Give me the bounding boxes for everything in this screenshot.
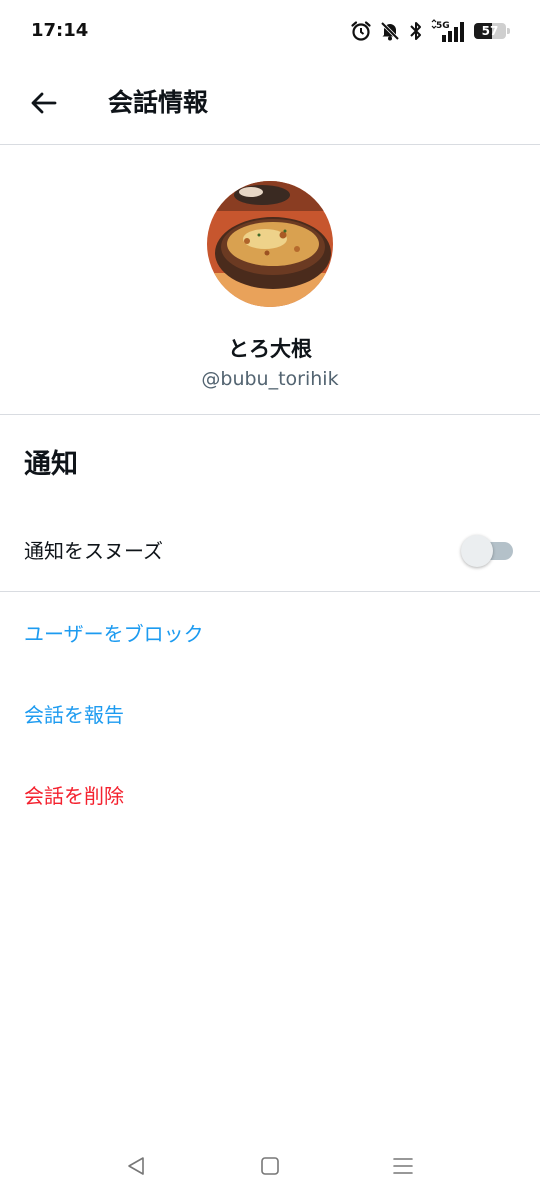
profile-divider — [0, 414, 540, 415]
app-header: 会話情報 — [0, 62, 540, 144]
profile-handle: @bubu_torihik — [201, 368, 339, 390]
delete-conversation-button[interactable]: 会話を削除 — [24, 781, 124, 811]
status-time: 17:14 — [31, 20, 89, 41]
alarm-icon — [351, 21, 371, 41]
mute-notifications-icon — [380, 21, 400, 41]
header-divider — [0, 144, 540, 145]
block-user-button[interactable]: ユーザーをブロック — [24, 619, 204, 649]
battery-level: 57 — [481, 24, 499, 38]
snooze-toggle[interactable] — [461, 535, 515, 567]
notifications-divider — [0, 591, 540, 592]
battery-indicator: 57 — [474, 22, 510, 40]
notifications-heading: 通知 — [24, 449, 78, 480]
status-bar: 17:14 5G 57 — [0, 0, 540, 62]
status-icons: 5G 57 — [350, 18, 510, 44]
svg-text:5G: 5G — [436, 21, 450, 31]
system-nav-bar — [0, 1132, 540, 1200]
report-conversation-button[interactable]: 会話を報告 — [24, 700, 124, 730]
snooze-notifications-label: 通知をスヌーズ — [24, 539, 163, 563]
recents-menu-icon — [393, 1158, 413, 1174]
profile-name: とろ大根 — [228, 337, 312, 361]
page-title: 会話情報 — [108, 88, 209, 117]
home-square-icon — [261, 1157, 279, 1175]
nav-home-button[interactable] — [250, 1146, 290, 1186]
arrow-left-icon — [31, 92, 57, 114]
nav-recents-button[interactable] — [383, 1146, 423, 1186]
back-button[interactable] — [22, 82, 64, 124]
signal-5g-icon: 5G — [431, 19, 464, 42]
nav-back-button[interactable] — [116, 1146, 156, 1186]
avatar[interactable] — [207, 181, 333, 307]
bluetooth-icon — [410, 22, 421, 40]
snooze-notifications-row[interactable]: 通知をスヌーズ — [0, 522, 540, 580]
food-photo-avatar — [207, 181, 333, 307]
back-triangle-icon — [128, 1157, 144, 1175]
